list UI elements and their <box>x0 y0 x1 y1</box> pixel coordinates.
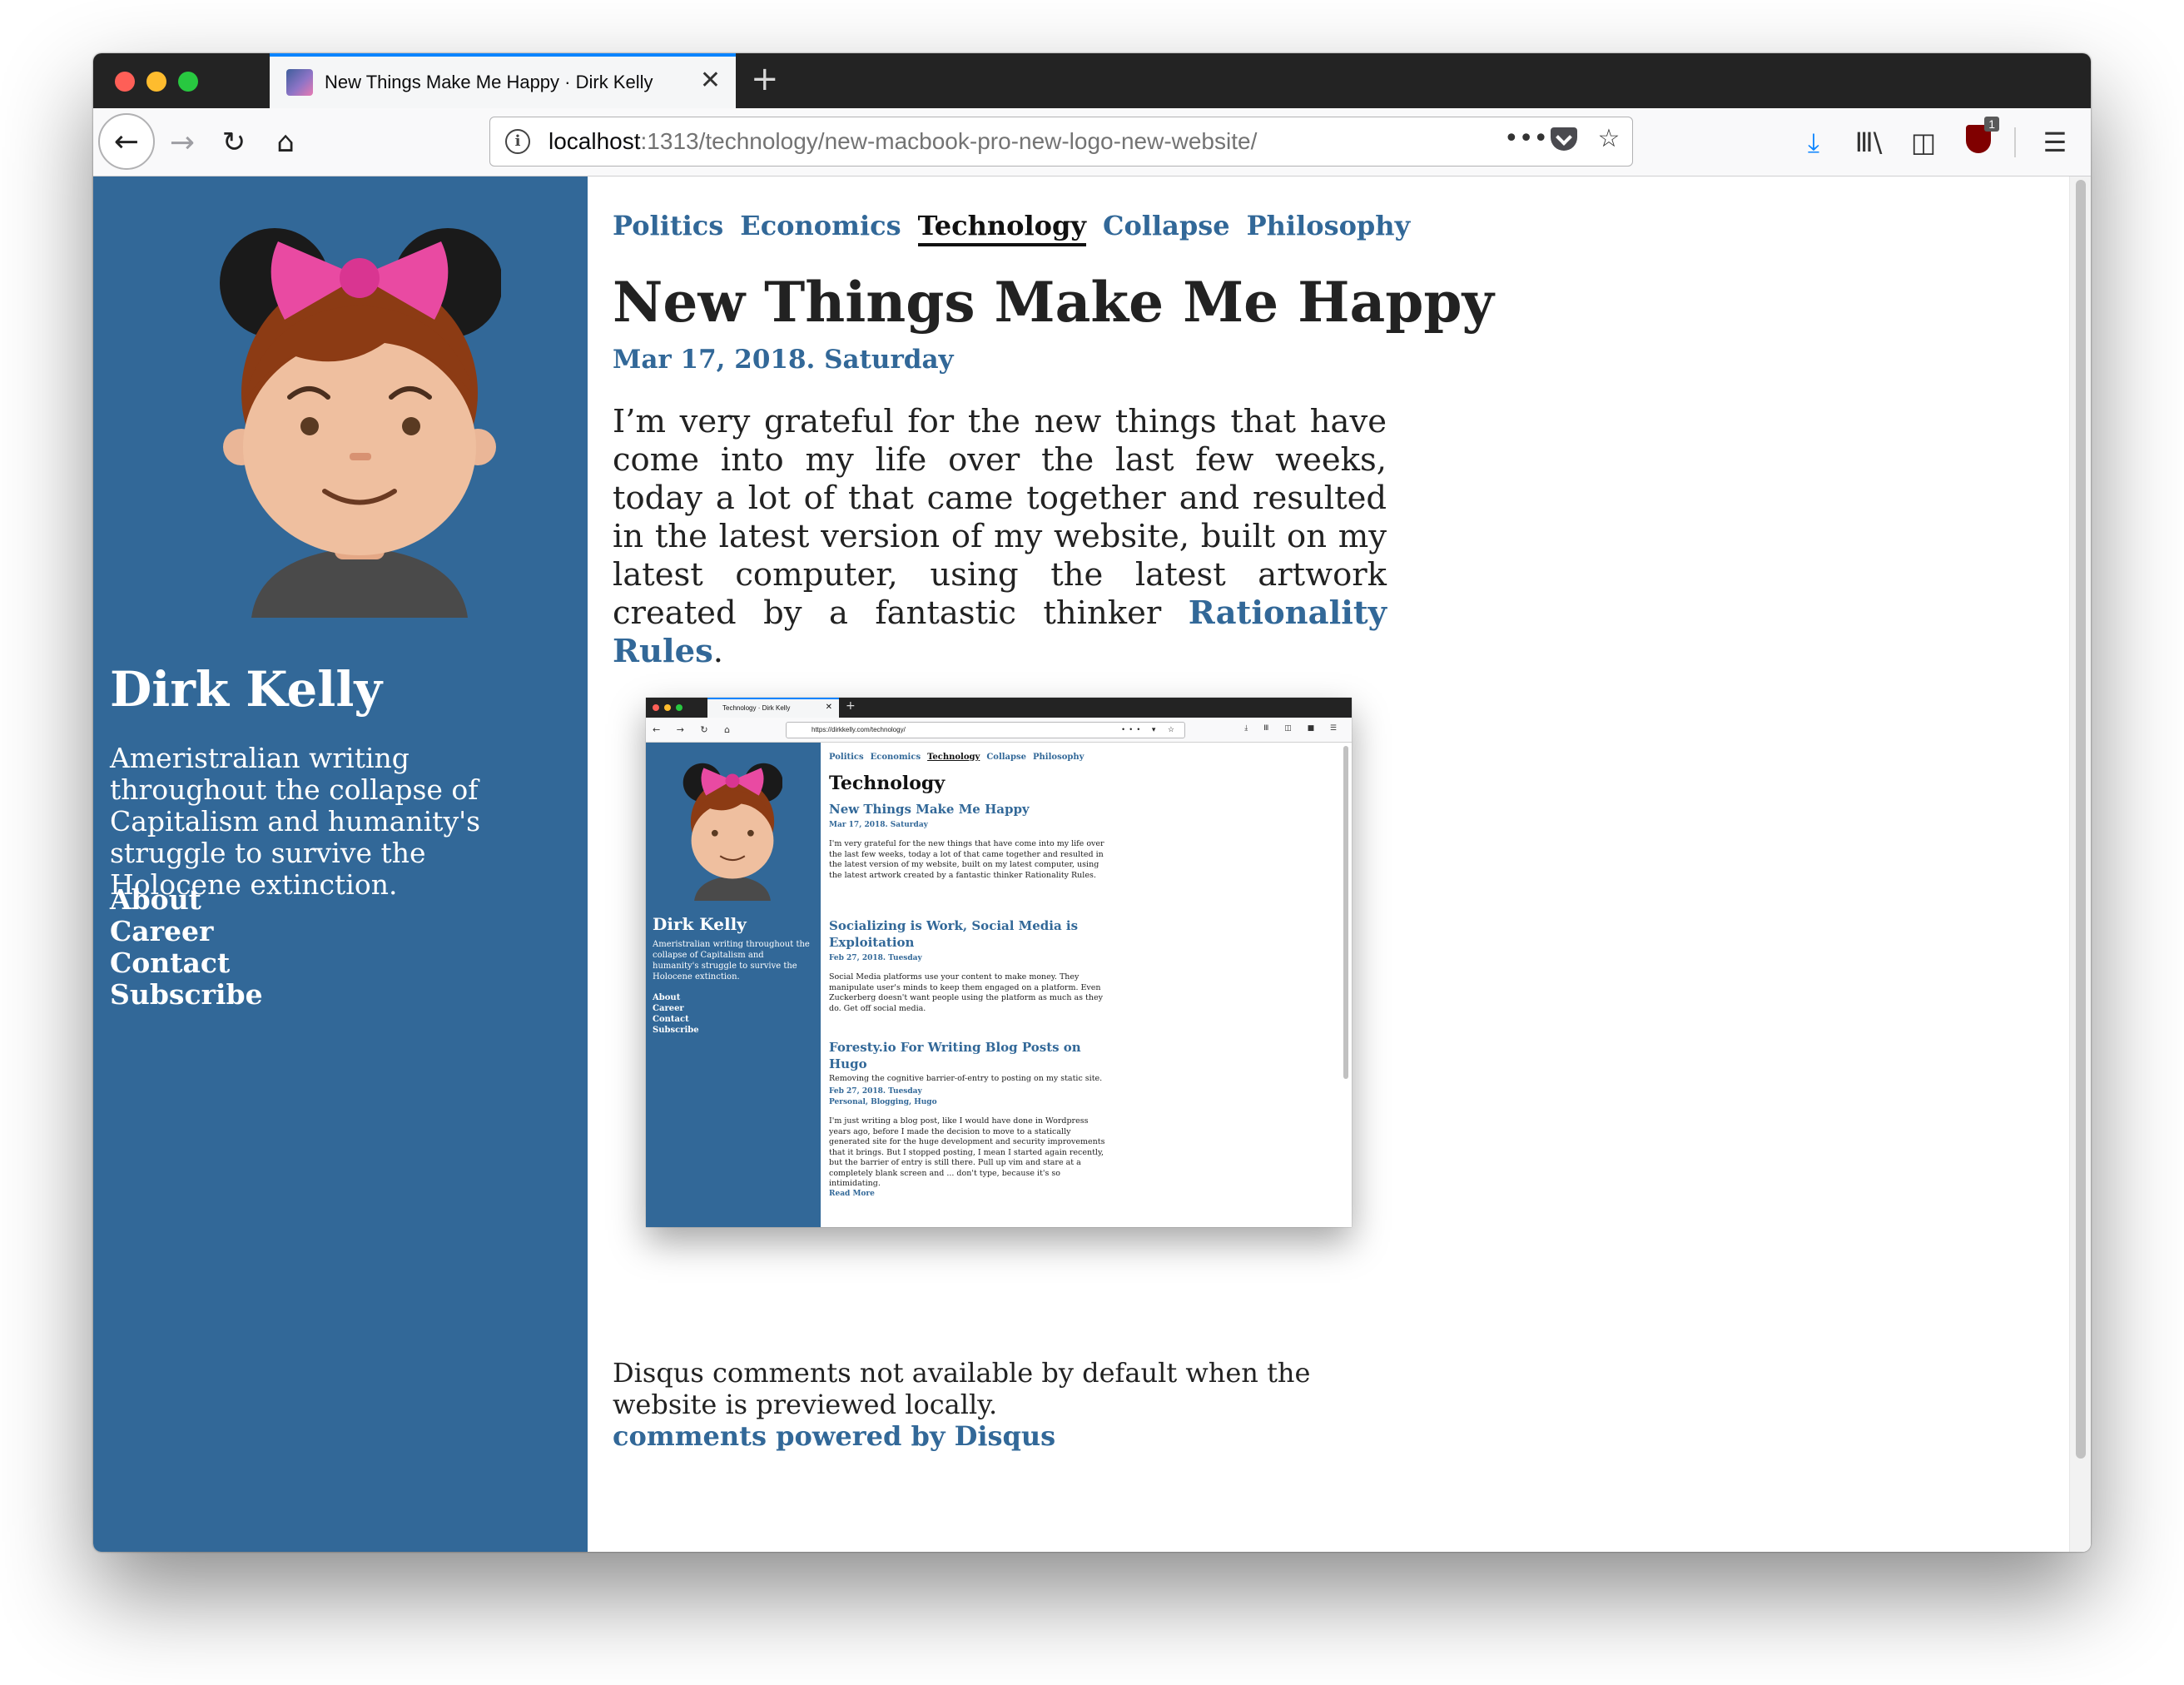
info-icon[interactable]: i <box>505 129 530 154</box>
back-button[interactable]: ← <box>98 113 155 170</box>
reload-button[interactable]: ↻ <box>211 120 256 165</box>
page-viewport: Dirk Kelly Ameristralian writing through… <box>93 176 2091 1552</box>
sidebar: Dirk Kelly Ameristralian writing through… <box>93 176 588 1552</box>
author-tagline: Ameristralian writing throughout the col… <box>110 742 481 901</box>
post-date: Mar 17, 2018. Saturday <box>613 345 954 375</box>
tab-title: New Things Make Me Happy · Dirk Kelly <box>325 72 653 92</box>
screenshot-post: Foresty.io For Writing Blog Posts on Hug… <box>829 1040 1105 1198</box>
post-body: I’m very grateful for the new things tha… <box>613 403 1387 670</box>
author-name[interactable]: Dirk Kelly <box>110 661 382 718</box>
toolbar-separator <box>2014 127 2016 157</box>
screenshot-post: Socializing is Work, Social Media is Exp… <box>829 918 1103 1013</box>
library-icon[interactable]: Ⅲ\ <box>1853 127 1884 158</box>
screenshot-heading: Technology <box>829 773 946 794</box>
scrollbar[interactable] <box>2069 176 2091 1552</box>
category-economics[interactable]: Economics <box>740 210 901 246</box>
new-tab-button[interactable]: + <box>751 60 779 98</box>
ublock-icon[interactable]: 1 <box>1963 117 1999 160</box>
sidebar-nav: About Career Contact Subscribe <box>110 884 263 1011</box>
post-screenshot: Technology · Dirk Kelly ✕ + ← → ↻ ⌂ https… <box>646 698 1352 1227</box>
category-nav: Politics Economics Technology Collapse P… <box>613 210 1410 246</box>
downloads-icon[interactable]: ⤓ <box>1798 127 1829 159</box>
category-politics[interactable]: Politics <box>613 210 723 246</box>
scrollbar-thumb[interactable] <box>2076 180 2086 1459</box>
tab-bar: New Things Make Me Happy · Dirk Kelly ✕ … <box>93 53 2091 108</box>
url-text[interactable]: localhost:1313/technology/new-macbook-pr… <box>548 128 1257 155</box>
browser-window: New Things Make Me Happy · Dirk Kelly ✕ … <box>93 53 2091 1552</box>
screenshot-tab-title: Technology · Dirk Kelly ✕ <box>707 698 839 718</box>
disqus-note: Disqus comments not available by default… <box>613 1357 1311 1420</box>
sidebar-link-career[interactable]: Career <box>110 916 263 947</box>
ublock-badge: 1 <box>1984 117 1999 132</box>
hamburger-menu-icon[interactable]: ☰ <box>2039 127 2071 158</box>
pocket-icon[interactable] <box>1551 127 1577 151</box>
main-content: Politics Economics Technology Collapse P… <box>588 176 2069 1552</box>
minimize-window-button[interactable] <box>146 72 166 92</box>
close-tab-icon[interactable]: ✕ <box>700 68 721 93</box>
screenshot-url: https://dirkkelly.com/technology/••• ▾ ☆ <box>786 722 1185 738</box>
sidebar-link-about[interactable]: About <box>110 884 263 916</box>
close-window-button[interactable] <box>115 72 135 92</box>
site-favicon-icon <box>286 69 313 96</box>
screenshot-post: New Things Make Me Happy Mar 17, 2018. S… <box>829 802 1104 880</box>
bookmark-star-icon[interactable]: ☆ <box>1594 124 1624 153</box>
page-actions-icon[interactable]: ••• <box>1504 124 1548 153</box>
zoom-window-button[interactable] <box>178 72 198 92</box>
category-philosophy[interactable]: Philosophy <box>1247 210 1411 246</box>
address-bar[interactable]: i localhost:1313/technology/new-macbook-… <box>489 117 1633 167</box>
home-button[interactable]: ⌂ <box>263 120 308 165</box>
sidebar-link-contact[interactable]: Contact <box>110 947 263 979</box>
category-technology[interactable]: Technology <box>917 210 1086 246</box>
sidebar-link-subscribe[interactable]: Subscribe <box>110 979 263 1011</box>
forward-button[interactable]: → <box>160 120 205 165</box>
post-title: New Things Make Me Happy <box>613 270 1494 335</box>
disqus-link[interactable]: comments powered by Disqus <box>613 1420 1055 1452</box>
category-collapse[interactable]: Collapse <box>1103 210 1230 246</box>
sidebar-toggle-icon[interactable]: ◫ <box>1908 127 1939 158</box>
tab-active[interactable]: New Things Make Me Happy · Dirk Kelly ✕ <box>270 53 736 108</box>
avatar <box>220 228 501 618</box>
navigation-toolbar: ← → ↻ ⌂ i localhost:1313/technology/new-… <box>93 108 2091 176</box>
screenshot-avatar <box>682 763 782 901</box>
